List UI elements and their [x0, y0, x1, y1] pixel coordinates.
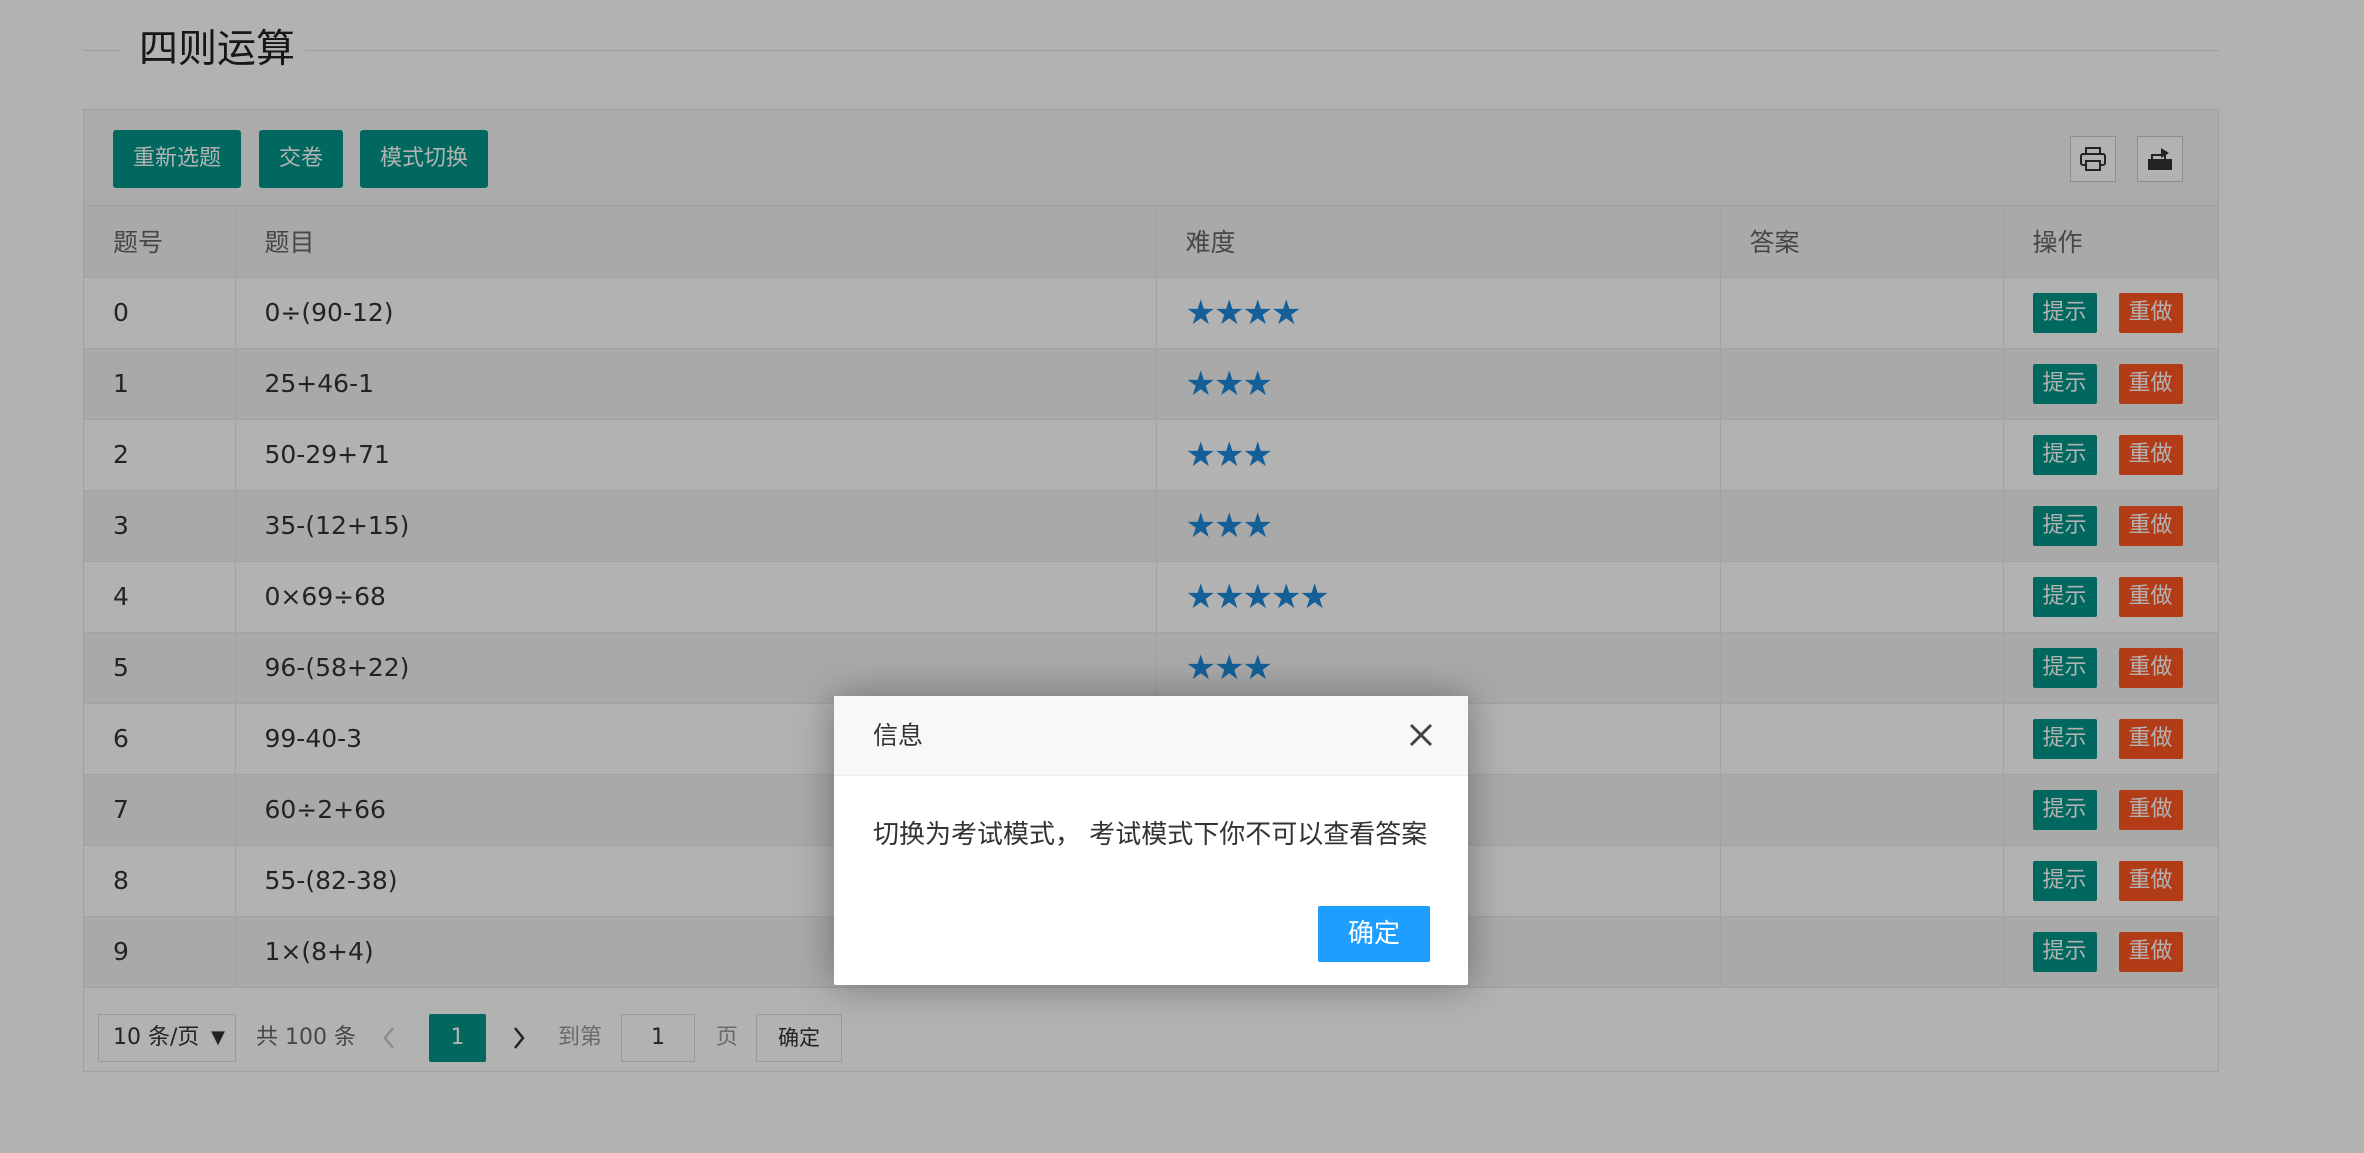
dialog-message: 切换为考试模式， 考试模式下你不可以查看答案: [873, 820, 1428, 850]
info-dialog: 信息 切换为考试模式， 考试模式下你不可以查看答案 确定: [834, 696, 1468, 985]
dialog-ok-button[interactable]: 确定: [1318, 906, 1430, 962]
dialog-title: 信息: [873, 721, 924, 750]
page: 四则运算 重新选题 交卷 模式切换 题号 题目 难度 答案 操作 0 0÷(90…: [0, 0, 2364, 1153]
dialog-header: 信息: [834, 696, 1468, 776]
close-icon[interactable]: [1406, 720, 1436, 750]
